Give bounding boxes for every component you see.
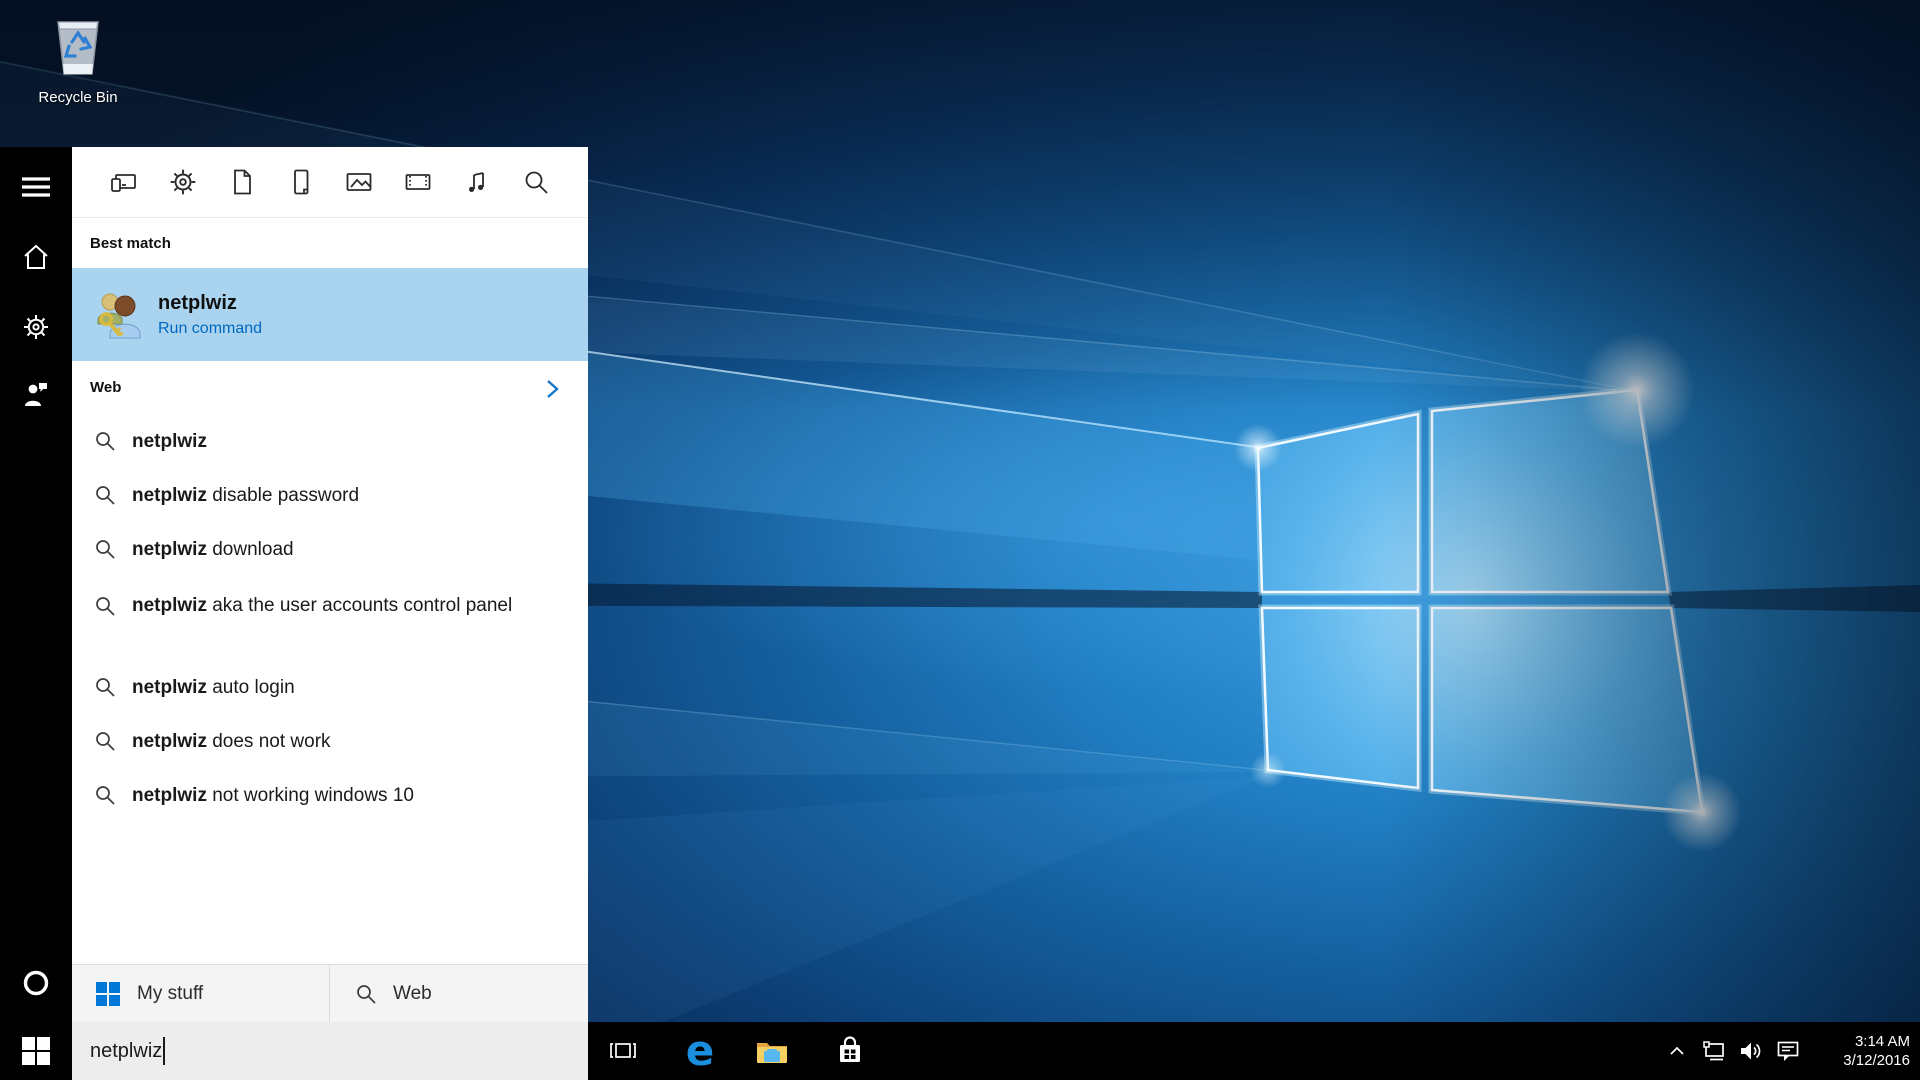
cortana-icon [23,970,49,996]
edge-browser-button[interactable]: e [674,1022,726,1080]
music-icon [469,172,484,192]
suggestion-row[interactable]: netplwiz [72,414,588,468]
task-view-icon [610,1043,636,1058]
filter-photos-button[interactable] [337,160,381,204]
web-scope-button[interactable]: Web [330,965,588,1022]
network-icon [1703,1041,1724,1061]
web-section-header-row: Web [72,373,588,405]
web-section-header: Web [90,379,122,396]
cortana-search-panel: Best match netplwiz Run command Web netp… [72,147,588,1022]
hamburger-menu-button[interactable] [0,159,72,215]
search-icon [357,984,376,1004]
speaker-icon [1741,1042,1761,1060]
gear-icon [24,315,48,339]
filter-documents-button[interactable] [220,160,264,204]
search-icon [96,678,115,697]
windows-start-icon [22,1037,50,1065]
file-explorer-icon [757,1043,787,1063]
filter-settings-button[interactable] [161,160,205,204]
suggestion-row[interactable]: netplwiz does not work [72,714,588,768]
cortana-circle-button[interactable] [0,955,72,1011]
taskbar: netplwiz e 3:14 AM 3/12/2016 [0,1022,1920,1080]
store-icon [840,1036,860,1062]
suggestion-row[interactable]: netplwiz not working windows 10 [72,768,588,822]
hamburger-icon [22,177,50,197]
document-icon [233,169,251,195]
text-caret [163,1037,166,1065]
best-match-header: Best match [90,235,171,252]
my-stuff-label: My stuff [137,982,204,1004]
search-icon [96,432,115,451]
clock-date: 3/12/2016 [1843,1052,1910,1069]
edge-icon: e [685,1026,715,1075]
recycle-bin-label: Recycle Bin [38,89,118,106]
windows-logo-icon [96,981,120,1006]
taskbar-search-value: netplwiz [90,1039,163,1062]
taskbar-search-input[interactable]: netplwiz [72,1022,588,1080]
action-center-button[interactable] [1773,1031,1803,1071]
search-filter-row [72,147,588,218]
suggestion-row[interactable]: netplwiz download [72,522,588,576]
filter-apps-button[interactable] [102,160,146,204]
suggestion-row[interactable]: netplwiz disable password [72,468,588,522]
filter-videos-button[interactable] [396,160,440,204]
web-expand-chevron-icon[interactable] [540,377,564,401]
filter-music-button[interactable] [455,160,499,204]
best-match-subtitle: Run command [158,319,263,337]
web-suggestion-list: netplwiz netplwiz disable password netpl… [72,414,588,822]
suggestion-row[interactable]: netplwiz aka the user accounts control p… [72,576,588,660]
photos-icon [346,173,372,191]
tray-expand-button[interactable] [1662,1031,1692,1071]
store-button[interactable] [824,1022,876,1080]
user-accounts-icon [97,293,141,338]
file-explorer-button[interactable] [746,1022,798,1080]
my-stuff-button[interactable]: My stuff [72,965,330,1022]
web-scope-label: Web [393,982,432,1004]
phone-icon [293,169,308,195]
best-match-result[interactable]: netplwiz Run command [72,268,588,361]
system-tray: 3:14 AM 3/12/2016 [1662,1022,1920,1080]
desktop: Recycle Bin Best match netplwiz Run comm… [0,0,1920,1080]
action-center-icon [1777,1041,1799,1061]
home-icon [24,244,48,269]
search-scope-footer: My stuff Web [72,964,588,1022]
sidebar-home-button[interactable] [0,229,72,285]
apps-icon [111,174,136,192]
search-icon [525,171,548,194]
search-icon [96,786,115,805]
search-icon [96,597,115,616]
sidebar-feedback-button[interactable] [0,366,72,422]
start-button[interactable] [0,1022,72,1080]
feedback-person-icon [25,383,47,406]
tray-network-button[interactable] [1699,1031,1729,1071]
videos-icon [405,174,431,190]
search-icon [96,732,115,751]
cortana-sidebar [0,147,72,1022]
recycle-bin-icon [57,21,99,75]
sidebar-settings-button[interactable] [0,299,72,355]
filter-websearch-button[interactable] [514,160,558,204]
task-view-button[interactable] [597,1022,649,1080]
recycle-bin-shortcut[interactable]: Recycle Bin [20,12,136,106]
search-icon [96,540,115,559]
chevron-up-icon [1670,1046,1684,1055]
filter-phone-button[interactable] [279,160,323,204]
tray-volume-button[interactable] [1736,1031,1766,1071]
best-match-title: netplwiz [158,291,237,314]
settings-gear-icon [170,169,196,195]
clock-time: 3:14 AM [1854,1033,1910,1050]
suggestion-row[interactable]: netplwiz auto login [72,660,588,714]
taskbar-clock[interactable]: 3:14 AM 3/12/2016 [1814,1032,1910,1070]
search-icon [96,486,115,505]
